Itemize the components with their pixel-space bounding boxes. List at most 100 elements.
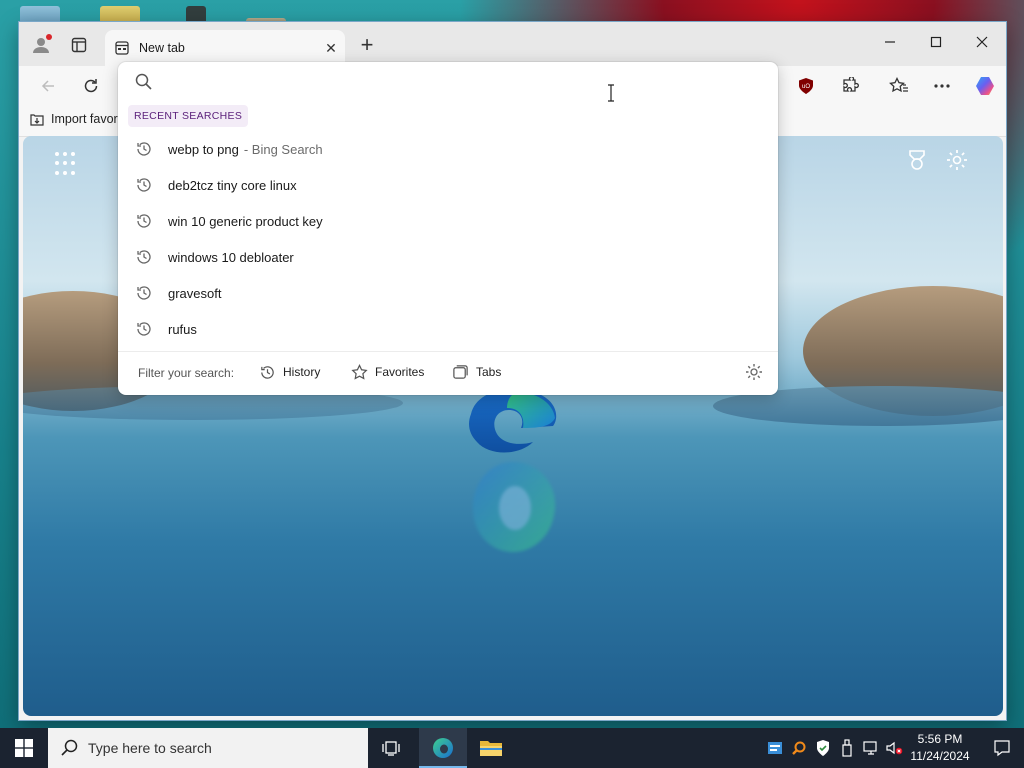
window-close-button[interactable] <box>959 26 1005 58</box>
tab-actions-button[interactable] <box>65 32 93 58</box>
shield-icon <box>817 740 829 756</box>
recent-search-source: - Bing Search <box>243 141 323 157</box>
volume-muted-icon <box>886 741 903 755</box>
apps-grid-icon <box>71 170 75 175</box>
history-icon <box>134 283 154 303</box>
new-tab-button[interactable]: + <box>353 32 381 58</box>
tray-usb-button[interactable] <box>838 738 856 758</box>
tabs-icon <box>453 364 468 379</box>
more-icon <box>934 84 950 88</box>
recent-search-item[interactable]: gravesoft <box>118 275 778 311</box>
favorites-button[interactable] <box>884 72 914 100</box>
svg-text:uO: uO <box>802 84 810 90</box>
title-bar: New tab ✕ + <box>19 22 1006 66</box>
close-icon: ✕ <box>325 39 337 56</box>
tab-close-button[interactable]: ✕ <box>317 34 345 62</box>
notification-center-button[interactable] <box>980 728 1024 768</box>
profile-notification-dot <box>46 34 52 40</box>
filter-history-button[interactable]: History <box>259 359 320 385</box>
recent-search-item[interactable]: rufus <box>118 311 778 347</box>
refresh-icon <box>84 79 98 93</box>
taskbar-edge-button[interactable] <box>419 728 467 768</box>
filter-favorites-label: Favorites <box>375 365 425 379</box>
recent-search-text: rufus <box>168 321 197 337</box>
recent-search-item[interactable]: win 10 generic product key <box>118 203 778 239</box>
history-icon <box>134 211 154 231</box>
filter-history-label: History <box>283 365 321 379</box>
task-view-button[interactable] <box>368 728 416 768</box>
taskbar-clock[interactable]: 5:56 PM 11/24/2024 <box>902 731 978 765</box>
tray-volume-button[interactable] <box>885 738 903 758</box>
page-settings-button[interactable] <box>945 148 969 172</box>
ublock-button[interactable]: uO <box>791 72 821 100</box>
recent-search-text: deb2tcz tiny core linux <box>168 177 297 193</box>
recent-search-item[interactable]: webp to png - Bing Search <box>118 131 778 167</box>
taskbar-search-box[interactable]: Type here to search <box>48 728 368 768</box>
search-icon <box>61 739 78 756</box>
apps-grid-icon <box>71 152 75 156</box>
recent-searches-heading: RECENT SEARCHES <box>128 105 249 127</box>
minimize-icon <box>885 41 895 43</box>
apps-grid-icon <box>63 161 67 166</box>
plus-icon: + <box>360 32 374 57</box>
apps-grid-icon <box>55 170 59 175</box>
apps-grid-button[interactable] <box>53 150 81 178</box>
extensions-button[interactable] <box>835 72 865 100</box>
windows-start-icon <box>15 739 33 757</box>
network-icon <box>863 741 877 755</box>
rewards-button[interactable] <box>905 148 929 172</box>
back-button[interactable] <box>33 72 63 100</box>
favorites-icon <box>889 77 908 93</box>
history-icon <box>261 365 274 379</box>
tab-actions-icon <box>71 37 87 53</box>
apps-grid-icon <box>55 152 59 156</box>
start-button[interactable] <box>0 728 48 768</box>
edge-logo-reflection <box>473 462 556 552</box>
history-icon <box>134 139 154 159</box>
maximize-icon <box>930 36 942 48</box>
tray-security-button[interactable] <box>814 738 832 758</box>
recent-search-item[interactable]: windows 10 debloater <box>118 239 778 275</box>
maximize-button[interactable] <box>913 26 959 58</box>
search-suggestions-dropdown: RECENT SEARCHES webp to png - Bing Searc… <box>118 62 778 395</box>
address-search-input[interactable] <box>164 70 748 96</box>
recent-search-item[interactable]: deb2tcz tiny core linux <box>118 167 778 203</box>
edge-icon <box>433 738 453 758</box>
clock-time: 5:56 PM <box>917 732 963 746</box>
window-close-icon <box>976 36 988 48</box>
ublock-icon: uO <box>799 78 813 94</box>
history-icon <box>134 247 154 267</box>
profile-button[interactable] <box>27 32 55 58</box>
more-button[interactable] <box>927 72 957 100</box>
copilot-icon <box>976 77 994 95</box>
tray-search-app-button[interactable] <box>790 738 808 758</box>
filter-favorites-button[interactable]: Favorites <box>351 359 424 385</box>
tray-app-button[interactable] <box>766 738 784 758</box>
filter-tabs-button[interactable]: Tabs <box>452 359 501 385</box>
minimize-button[interactable] <box>867 26 913 58</box>
filter-tabs-label: Tabs <box>476 365 502 379</box>
settings-icon <box>947 150 967 170</box>
notification-icon <box>994 740 1010 757</box>
gear-icon[interactable] <box>744 362 764 382</box>
taskbar-file-explorer-button[interactable] <box>467 728 515 768</box>
taskbar: Type here to search 5:56 PM 11/24/2024 <box>0 728 1024 768</box>
tab-new-tab[interactable]: New tab ✕ <box>105 30 345 66</box>
history-icon <box>134 319 154 339</box>
divider <box>118 351 778 352</box>
tab-title: New tab <box>139 41 185 55</box>
tray-app-icon <box>768 742 782 754</box>
copilot-button[interactable] <box>970 72 1000 100</box>
apps-grid-icon <box>63 170 67 175</box>
apps-grid-icon <box>63 152 67 156</box>
file-explorer-icon <box>480 741 502 756</box>
apps-grid-icon <box>55 161 59 166</box>
recent-search-text: win 10 generic product key <box>168 213 323 229</box>
refresh-button[interactable] <box>76 72 106 100</box>
task-view-icon <box>382 741 400 756</box>
rewards-icon <box>909 150 925 170</box>
new-tab-page-icon <box>114 40 130 56</box>
clock-date: 11/24/2024 <box>910 749 970 763</box>
tray-network-button[interactable] <box>862 738 880 758</box>
magnifier-icon <box>792 741 806 755</box>
